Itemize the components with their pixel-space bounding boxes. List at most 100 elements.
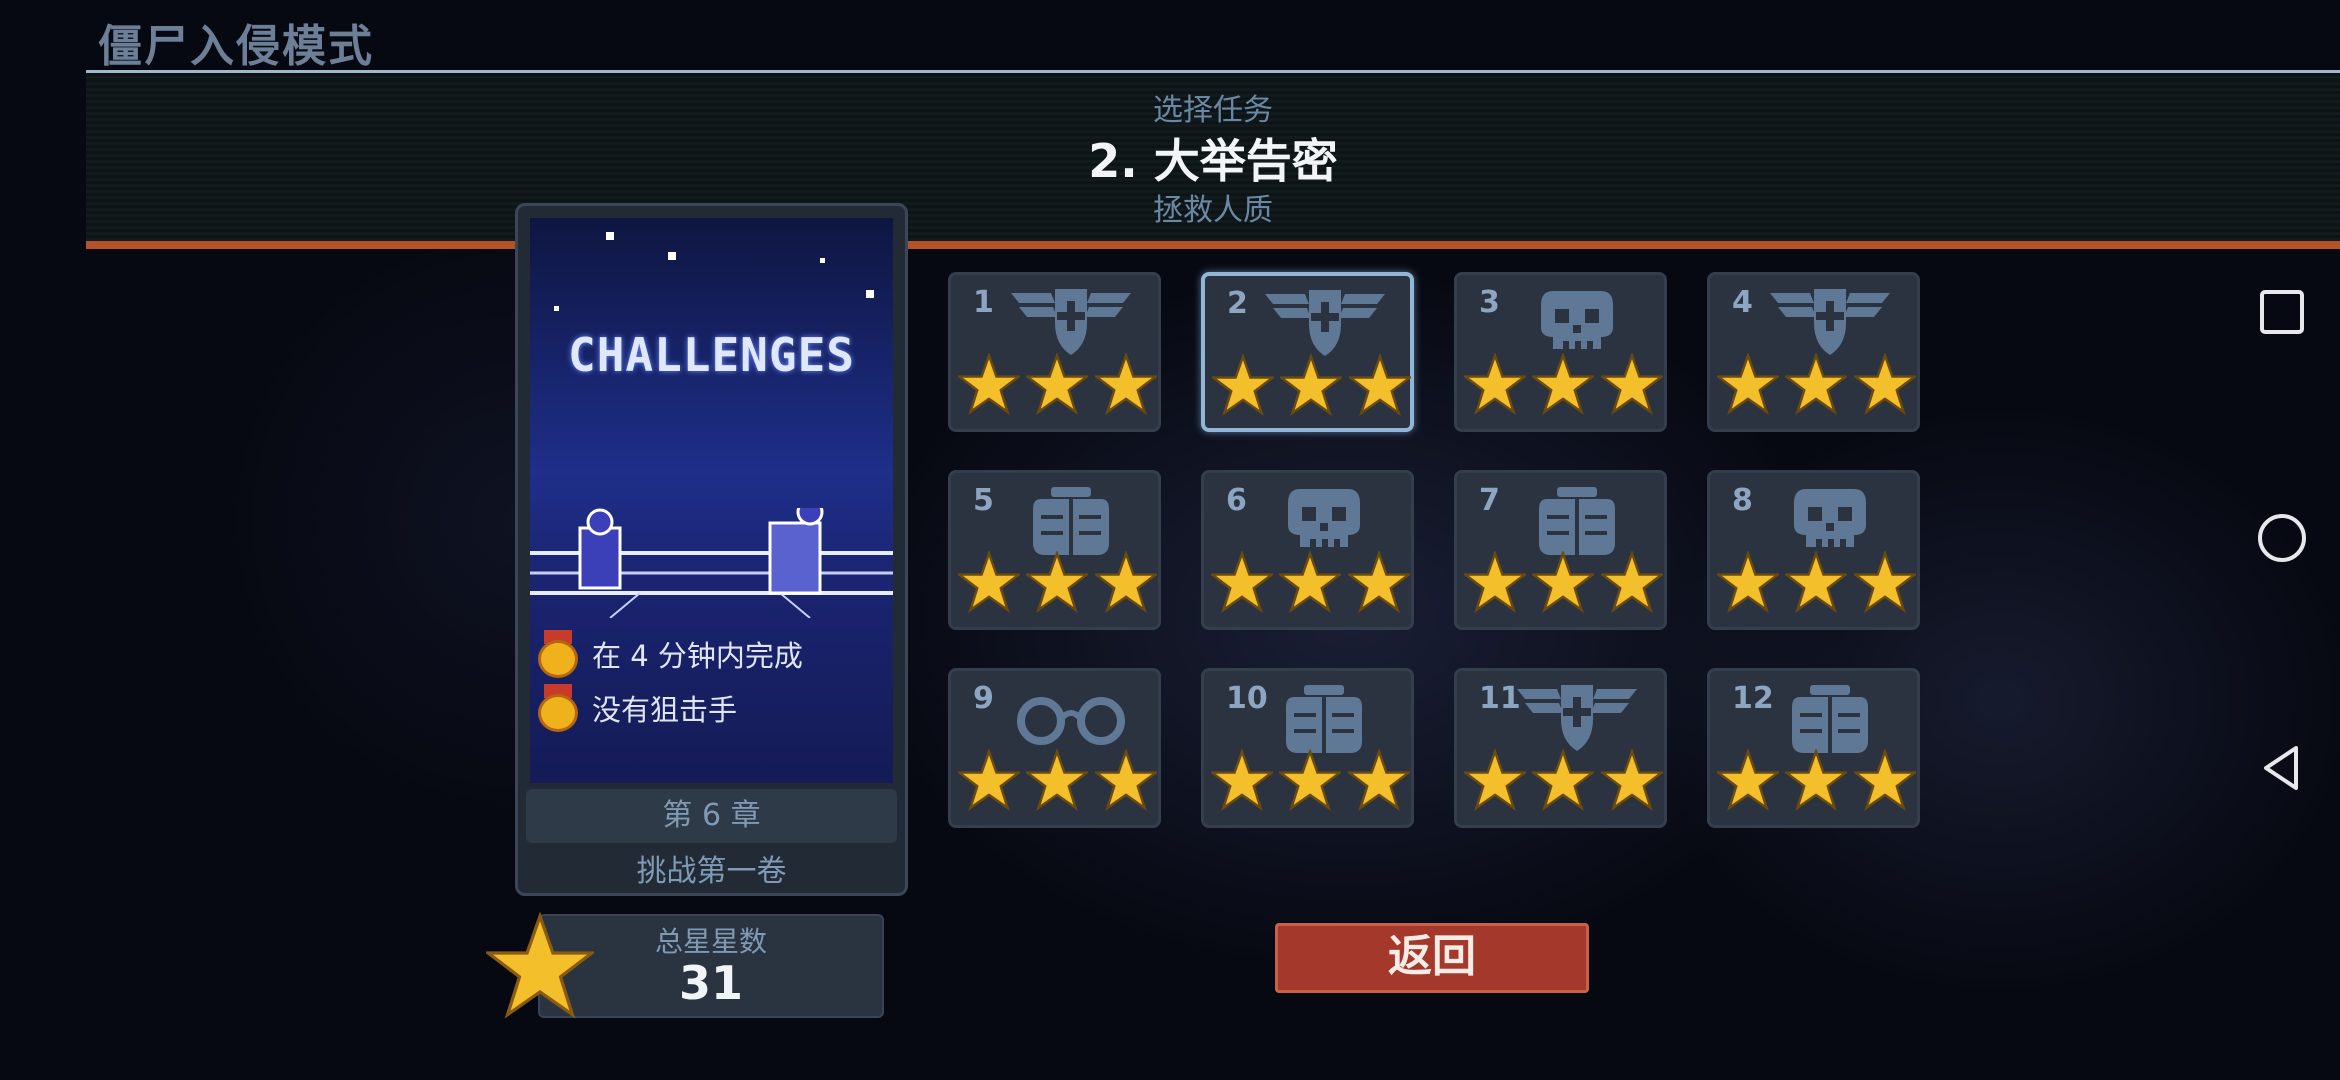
star-icon (1717, 353, 1780, 415)
level-11-card[interactable]: 11 (1454, 668, 1667, 828)
star-icon (1532, 353, 1595, 415)
star-icon (1279, 551, 1342, 613)
star-icon (1026, 749, 1089, 811)
level-4-card[interactable]: 4 (1707, 272, 1920, 432)
level-number: 4 (1732, 285, 1753, 320)
level-stars (1714, 551, 1919, 625)
back-button[interactable]: 返回 (1275, 923, 1589, 993)
arena-ring-art (530, 508, 893, 618)
level-3-card[interactable]: 3 (1454, 272, 1667, 432)
star-icon (1094, 353, 1157, 415)
armor-vest-icon (1539, 487, 1615, 555)
level-stars (1461, 749, 1666, 823)
level-number: 10 (1226, 681, 1268, 716)
level-stars (955, 353, 1160, 427)
star-icon (1853, 749, 1916, 811)
challenge-item: 没有狙击手 (538, 684, 737, 732)
star-icon (1600, 353, 1663, 415)
level-number: 8 (1732, 483, 1753, 518)
challenge-text: 没有狙击手 (592, 693, 738, 727)
level-9-card[interactable]: 9 (948, 668, 1161, 828)
star-icon (1464, 353, 1527, 415)
level-8-card[interactable]: 8 (1707, 470, 1920, 630)
back-icon[interactable] (2256, 742, 2308, 794)
star-icon (1717, 749, 1780, 811)
star-icon (1094, 749, 1157, 811)
level-6-card[interactable]: 6 (1201, 470, 1414, 630)
star-icon (1464, 749, 1527, 811)
mode-title: 僵尸入侵模式 (98, 21, 374, 72)
challenges-title: CHALLENGES (568, 328, 855, 382)
level-stars (1714, 353, 1919, 427)
star-icon (1532, 551, 1595, 613)
level-number: 5 (973, 483, 994, 518)
handcuffs-icon (1017, 697, 1125, 745)
star-icon (1785, 749, 1848, 811)
challenge-text: 在 4 分钟内完成 (592, 639, 803, 673)
total-stars-panel: 总星星数 31 (486, 912, 886, 1020)
system-nav-bar (2220, 230, 2340, 830)
challenge-art: CHALLENGES 在 4 分钟内完成 没有狙击手 (530, 218, 893, 783)
mission-header: 选择任务 2. 大举告密 拯救人质 (86, 70, 2340, 249)
level-number: 9 (973, 681, 994, 716)
level-2-card[interactable]: 2 (1201, 272, 1414, 432)
home-icon[interactable] (2256, 512, 2308, 564)
star-icon (1094, 551, 1157, 613)
winged-shield-icon (1517, 685, 1637, 751)
star-icon (1211, 551, 1274, 613)
skull-icon (1541, 291, 1613, 349)
level-7-card[interactable]: 7 (1454, 470, 1667, 630)
level-number: 6 (1226, 483, 1247, 518)
star-icon (1347, 749, 1410, 811)
star-icon (958, 353, 1021, 415)
star-icon (1212, 354, 1275, 416)
star-icon (958, 749, 1021, 811)
winged-shield-icon (1265, 290, 1385, 356)
level-stars (1209, 354, 1414, 428)
star-icon (1211, 749, 1274, 811)
armor-vest-icon (1286, 685, 1362, 753)
star-icon (1600, 749, 1663, 811)
star-icon (1853, 353, 1916, 415)
level-1-card[interactable]: 1 (948, 272, 1161, 432)
level-stars (1714, 749, 1919, 823)
skull-icon (1794, 489, 1866, 547)
total-stars-value: 31 (678, 956, 743, 1010)
skull-icon (1288, 489, 1360, 547)
star-icon (1026, 551, 1089, 613)
level-number: 11 (1479, 681, 1521, 716)
level-stars (955, 551, 1160, 625)
level-number: 2 (1227, 286, 1248, 321)
level-10-card[interactable]: 10 (1201, 668, 1414, 828)
level-stars (1208, 551, 1413, 625)
medal-icon (538, 684, 578, 732)
level-5-card[interactable]: 5 (948, 470, 1161, 630)
recent-apps-icon[interactable] (2256, 286, 2308, 338)
level-number: 7 (1479, 483, 1500, 518)
star-icon (1348, 354, 1411, 416)
medal-icon (538, 630, 578, 678)
level-12-card[interactable]: 12 (1707, 668, 1920, 828)
volume-label: 挑战第一卷 (636, 854, 787, 889)
level-stars (1208, 749, 1413, 823)
challenge-item: 在 4 分钟内完成 (538, 630, 803, 678)
level-number: 3 (1479, 285, 1500, 320)
header-subtitle: 选择任务 (1153, 93, 1273, 128)
star-icon (1280, 354, 1343, 416)
total-stars-label: 总星星数 (654, 925, 767, 958)
star-icon (1279, 749, 1342, 811)
winged-shield-icon (1770, 289, 1890, 355)
challenge-card: CHALLENGES 在 4 分钟内完成 没有狙击手 第 6 章 挑战第一卷 (515, 203, 908, 896)
star-icon (1026, 353, 1089, 415)
level-number: 12 (1732, 681, 1774, 716)
star-icon (958, 551, 1021, 613)
star-icon (1347, 551, 1410, 613)
winged-shield-icon (1011, 289, 1131, 355)
star-icon (1785, 353, 1848, 415)
mission-title: 2. 大举告密 (1088, 134, 1338, 188)
level-stars (955, 749, 1160, 823)
level-stars (1461, 551, 1666, 625)
armor-vest-icon (1033, 487, 1109, 555)
star-icon (1717, 551, 1780, 613)
chapter-label: 第 6 章 (526, 789, 897, 843)
